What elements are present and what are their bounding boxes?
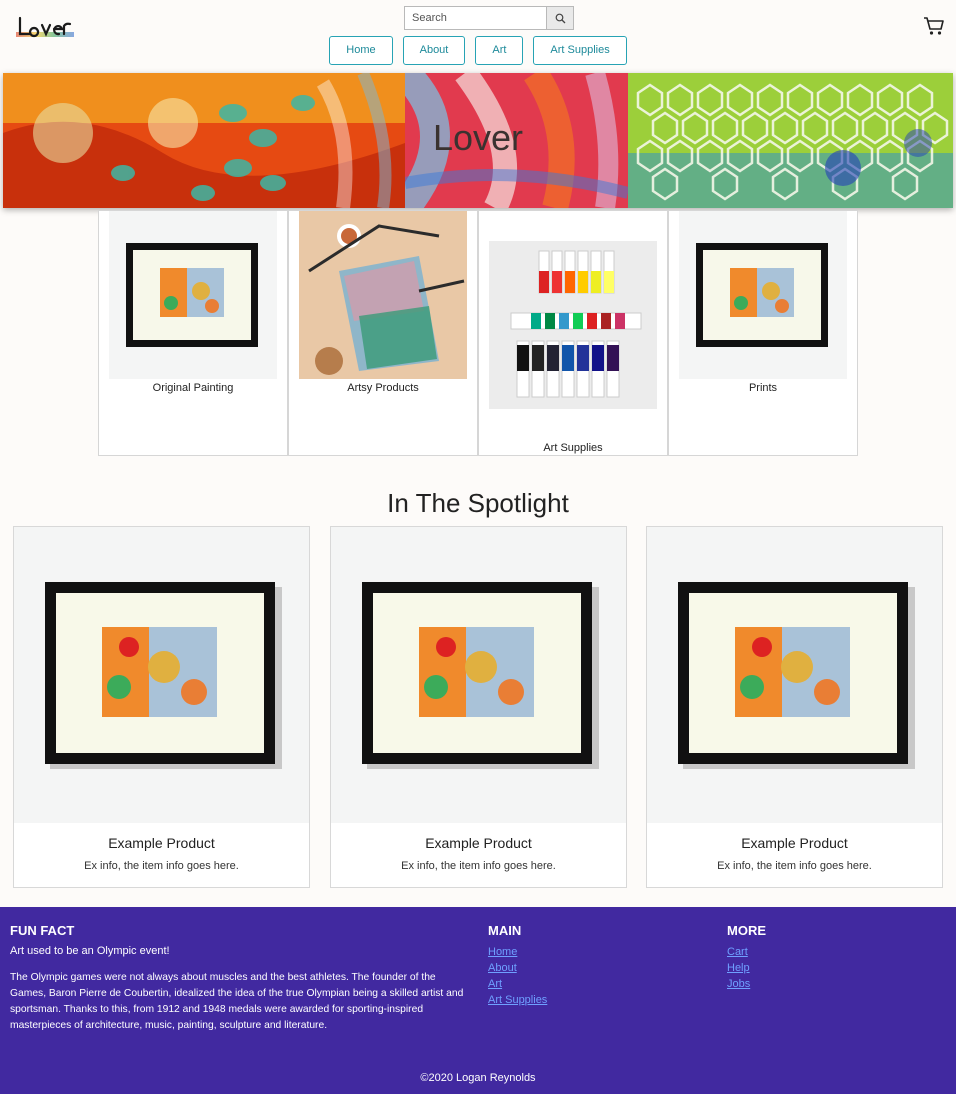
more-links-list: Cart Help Jobs: [727, 944, 750, 992]
paint-tubes-image: [489, 241, 657, 409]
spotlight-card[interactable]: Example Product Ex info, the item info g…: [330, 526, 627, 888]
framed-painting-image: [109, 211, 277, 379]
category-label: Artsy Products: [347, 382, 419, 394]
search-icon: [555, 13, 565, 23]
category-art-supplies[interactable]: Art Supplies: [478, 210, 668, 456]
search-bar: [404, 6, 574, 30]
category-label: Original Painting: [152, 382, 234, 394]
nav-art-supplies[interactable]: Art Supplies: [533, 36, 627, 65]
category-prints[interactable]: Prints: [668, 210, 858, 456]
product-info: Ex info, the item info goes here.: [84, 860, 239, 872]
hero-title: Lover: [432, 117, 524, 158]
spotlight-card[interactable]: Example Product Ex info, the item info g…: [13, 526, 310, 888]
fun-fact-heading: FUN FACT: [10, 923, 75, 938]
site-footer: FUN FACT Art used to be an Olympic event…: [0, 907, 956, 1094]
product-title: Example Product: [741, 835, 848, 851]
footer-link-art-supplies[interactable]: Art Supplies: [488, 994, 547, 1006]
footer-link-help[interactable]: Help: [727, 962, 750, 974]
footer-link-home[interactable]: Home: [488, 946, 517, 958]
product-info: Ex info, the item info goes here.: [401, 860, 556, 872]
footer-link-art[interactable]: Art: [488, 978, 502, 990]
product-title: Example Product: [108, 835, 215, 851]
fun-fact-subtitle: Art used to be an Olympic event!: [10, 945, 170, 957]
category-artsy-products[interactable]: Artsy Products: [288, 210, 478, 456]
spotlight-title: In The Spotlight: [387, 488, 569, 518]
copyright: ©2020 Logan Reynolds: [420, 1072, 536, 1084]
nav-home[interactable]: Home: [329, 36, 393, 65]
search-button[interactable]: [546, 6, 574, 30]
spotlight-card[interactable]: Example Product Ex info, the item info g…: [646, 526, 943, 888]
more-links-heading: MORE: [727, 923, 766, 938]
nav-about[interactable]: About: [402, 36, 466, 65]
hero-banner: Lover: [3, 73, 953, 208]
product-info: Ex info, the item info goes here.: [717, 860, 872, 872]
main-links-heading: MAIN: [488, 923, 522, 938]
category-row: Original Painting Artsy Products Art Sup…: [98, 210, 858, 456]
apron-image: [299, 211, 467, 379]
product-image: [647, 527, 942, 823]
framed-print-image: [679, 211, 847, 379]
nav-art[interactable]: Art: [475, 36, 524, 65]
footer-link-cart[interactable]: Cart: [727, 946, 748, 958]
category-original-painting[interactable]: Original Painting: [98, 210, 288, 456]
footer-link-about[interactable]: About: [488, 962, 517, 974]
product-image: [331, 527, 626, 823]
product-image: [14, 527, 309, 823]
fun-fact-text: The Olympic games were not always about …: [10, 972, 464, 1031]
category-label: Prints: [748, 382, 778, 394]
search-input[interactable]: [404, 6, 546, 30]
main-links-list: Home About Art Art Supplies: [488, 944, 547, 1008]
main-nav: Home About Art Art Supplies: [0, 36, 956, 65]
product-title: Example Product: [425, 835, 532, 851]
footer-link-jobs[interactable]: Jobs: [727, 978, 750, 990]
category-label: Art Supplies: [543, 442, 603, 454]
cart-icon[interactable]: [923, 15, 945, 37]
